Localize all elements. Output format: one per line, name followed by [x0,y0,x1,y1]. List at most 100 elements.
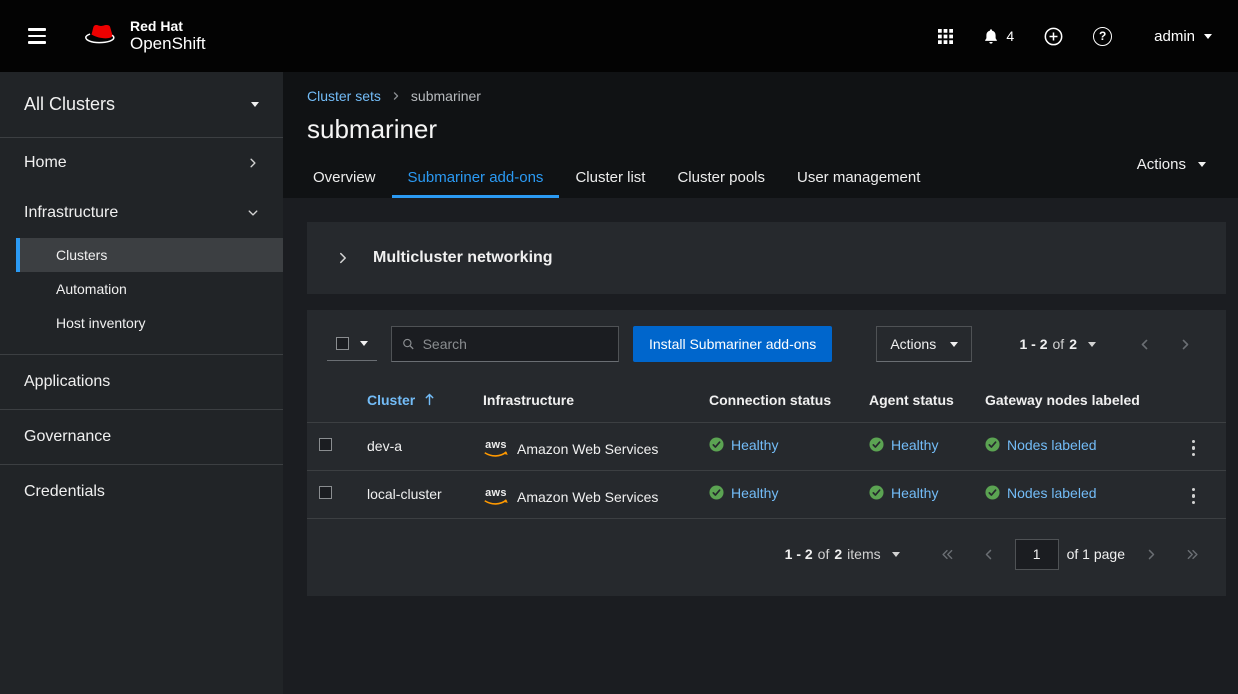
check-circle-icon [985,485,1000,500]
notifications-button[interactable]: 4 [973,20,1024,52]
items-per-page-menu[interactable]: 1 - 2 of 2 items [785,546,900,562]
previous-page-button[interactable] [968,542,1009,567]
help-button[interactable]: ? [1083,19,1122,54]
connection-status[interactable]: Healthy [709,485,778,501]
breadcrumb-cluster-sets-link[interactable]: Cluster sets [307,88,381,104]
chevron-down-icon [247,207,259,219]
sidebar-item-applications[interactable]: Applications [0,354,283,409]
gateway-nodes-status[interactable]: Nodes labeled [985,437,1097,453]
chevron-left-icon [1138,338,1151,351]
page-actions-dropdown[interactable]: Actions [1137,156,1206,173]
brand-logo[interactable]: Red Hat OpenShift [82,18,206,54]
multicluster-networking-expander[interactable]: Multicluster networking [307,222,1226,294]
table-actions-dropdown[interactable]: Actions [876,326,972,362]
caret-down-icon [1198,162,1206,167]
sidebar: All Clusters Home Infrastructure Cluster… [0,72,283,694]
top-pagination-menu[interactable]: 1 - 2 of 2 [1020,336,1097,352]
sidebar-item-automation[interactable]: Automation [16,272,283,306]
tab-cluster-pools[interactable]: Cluster pools [661,159,781,198]
plus-circle-icon [1044,27,1063,46]
install-submariner-button[interactable]: Install Submariner add-ons [633,326,832,362]
column-header-cluster[interactable]: Cluster [355,378,471,422]
row-checkbox[interactable] [319,438,332,451]
caret-down-icon [251,102,259,107]
table-row: local-cluster aws Amazon Web Services [307,470,1226,518]
connection-status[interactable]: Healthy [709,437,778,453]
search-input[interactable] [423,336,608,352]
quick-create-button[interactable] [1034,19,1073,54]
next-page-button[interactable] [1165,332,1206,357]
caret-down-icon [1088,342,1096,347]
sidebar-item-home[interactable]: Home [0,138,283,188]
page-count-label: of 1 page [1067,546,1125,562]
sort-ascending-icon [424,393,435,406]
current-page-input[interactable] [1015,539,1059,570]
table-toolbar: Install Submariner add-ons Actions 1 - 2… [307,310,1226,378]
cluster-switcher[interactable]: All Clusters [0,72,283,138]
bottom-pagination: 1 - 2 of 2 items of 1 [307,519,1226,596]
caret-down-icon [892,552,900,557]
bulk-select-checkbox[interactable] [336,337,349,350]
expander-title: Multicluster networking [373,249,553,267]
breadcrumb-current: submariner [411,88,481,104]
bulk-select-dropdown[interactable] [327,328,377,361]
masthead: Red Hat OpenShift 4 ? [0,0,1238,72]
check-circle-icon [869,485,884,500]
cluster-name: dev-a [355,422,471,470]
check-circle-icon [869,437,884,452]
column-header-actions [1172,378,1226,422]
chevron-right-icon [1179,338,1192,351]
table-header-row: Cluster Infrastructure Connection status… [307,378,1226,422]
sidebar-item-clusters[interactable]: Clusters [16,238,283,272]
tab-submariner-add-ons[interactable]: Submariner add-ons [392,159,560,198]
agent-status[interactable]: Healthy [869,485,938,501]
username: admin [1154,28,1195,45]
page-content: Multicluster networking [283,198,1238,694]
row-kebab-menu[interactable] [1184,482,1203,510]
caret-down-icon [1204,34,1212,39]
sidebar-item-host-inventory[interactable]: Host inventory [16,306,283,340]
column-header-connection-status: Connection status [697,378,857,422]
previous-page-button[interactable] [1124,332,1165,357]
breadcrumb: Cluster sets submariner [307,88,1210,104]
app-launcher-button[interactable] [928,21,963,52]
notification-count-badge: 4 [1006,28,1014,44]
next-page-button[interactable] [1131,542,1172,567]
aws-icon: aws [483,440,509,458]
sidebar-item-credentials[interactable]: Credentials [0,464,283,519]
tab-user-management[interactable]: User management [781,159,936,198]
submariner-addons-table: Cluster Infrastructure Connection status… [307,378,1226,519]
user-menu[interactable]: admin [1154,28,1212,45]
help-icon: ? [1093,27,1112,46]
chevron-right-icon [247,157,259,169]
tab-cluster-list[interactable]: Cluster list [559,159,661,198]
gateway-nodes-status[interactable]: Nodes labeled [985,485,1097,501]
chevron-right-icon [391,91,401,101]
row-kebab-menu[interactable] [1184,434,1203,462]
sidebar-item-governance[interactable]: Governance [0,409,283,464]
tab-overview[interactable]: Overview [307,159,392,198]
bell-icon [983,28,999,44]
infrastructure-submenu: Clusters Automation Host inventory [0,238,283,354]
infrastructure-label: Amazon Web Services [517,489,658,505]
chevron-right-icon [1145,548,1158,561]
tabs: Overview Submariner add-ons Cluster list… [307,159,1210,198]
column-header-infrastructure: Infrastructure [471,378,697,422]
cluster-switcher-label: All Clusters [24,94,115,115]
agent-status[interactable]: Healthy [869,437,938,453]
page-header: Cluster sets submariner submariner Actio… [283,72,1238,198]
row-checkbox[interactable] [319,486,332,499]
search-icon [402,337,415,351]
first-page-button[interactable] [926,542,968,567]
sidebar-item-infrastructure[interactable]: Infrastructure [0,188,283,238]
caret-down-icon [950,342,958,347]
column-header-agent-status: Agent status [857,378,973,422]
chevron-right-icon[interactable] [323,238,363,278]
caret-down-icon [360,341,368,346]
app-grid-icon [938,29,953,44]
check-circle-icon [709,485,724,500]
last-page-button[interactable] [1172,542,1214,567]
nav-toggle-button[interactable] [18,18,56,54]
double-chevron-left-icon [940,548,954,561]
aws-icon: aws [483,488,509,506]
